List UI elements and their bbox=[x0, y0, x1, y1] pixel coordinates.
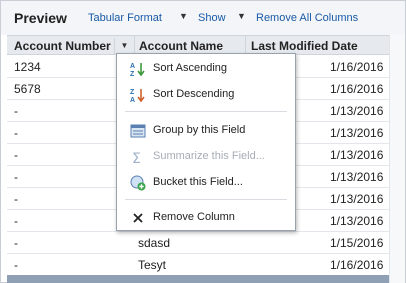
cell-account-number: 1234 bbox=[14, 60, 41, 74]
tabular-format-menu[interactable]: Tabular Format bbox=[88, 12, 162, 24]
menu-item-summarize: Σ Summarize this Field... bbox=[117, 146, 295, 168]
column-options-menu: A Z Sort Ascending Z A Sort Descending G… bbox=[116, 53, 296, 231]
menu-item-sort-ascending[interactable]: A Z Sort Ascending bbox=[117, 58, 295, 80]
menu-separator bbox=[125, 199, 287, 200]
menu-item-label: Sort Ascending bbox=[153, 62, 227, 74]
cell-account-number: 5678 bbox=[14, 82, 41, 96]
cell-last-modified: 1/15/2016 bbox=[330, 236, 384, 250]
cell-last-modified: 1/13/2016 bbox=[330, 214, 384, 228]
remove-all-columns-link[interactable]: Remove All Columns bbox=[256, 12, 358, 24]
report-preview-panel: Preview Tabular Format ▼ Show ▼ Remove A… bbox=[0, 0, 406, 283]
column-header-last-modified[interactable]: Last Modified Date bbox=[251, 39, 358, 53]
svg-text:Z: Z bbox=[130, 89, 135, 96]
cell-account-name: Tesyt bbox=[138, 258, 167, 272]
column-menu-trigger-icon[interactable]: ▼ bbox=[114, 38, 134, 54]
cell-last-modified: 1/13/2016 bbox=[330, 192, 384, 206]
cell-account-number: - bbox=[14, 104, 18, 118]
cell-last-modified: 1/13/2016 bbox=[330, 170, 384, 184]
menu-item-label: Sort Descending bbox=[153, 88, 235, 100]
table-row: - Tesyt 1/16/2016 bbox=[7, 254, 389, 276]
menu-item-bucket[interactable]: Bucket this Field... bbox=[117, 172, 295, 194]
menu-separator bbox=[125, 111, 287, 112]
cell-account-number: - bbox=[14, 126, 18, 140]
cell-last-modified: 1/16/2016 bbox=[330, 60, 384, 74]
column-header-account-number[interactable]: Account Number bbox=[14, 39, 111, 53]
menu-item-group-by[interactable]: Group by this Field bbox=[117, 120, 295, 142]
menu-item-label: Bucket this Field... bbox=[153, 176, 243, 188]
cell-last-modified: 1/13/2016 bbox=[330, 126, 384, 140]
menu-item-label: Summarize this Field... bbox=[153, 150, 265, 162]
show-caret-icon[interactable]: ▼ bbox=[237, 11, 246, 21]
show-menu[interactable]: Show bbox=[198, 12, 226, 24]
cell-last-modified: 1/13/2016 bbox=[330, 104, 384, 118]
table-row: - sdasd 1/15/2016 bbox=[7, 232, 389, 254]
group-icon bbox=[130, 123, 146, 139]
cell-account-name: sdasd bbox=[138, 236, 171, 250]
table-scroll-area[interactable] bbox=[389, 35, 405, 283]
menu-item-sort-descending[interactable]: Z A Sort Descending bbox=[117, 84, 295, 106]
sort-ascending-icon: A Z bbox=[130, 61, 146, 78]
bucket-icon bbox=[130, 175, 146, 191]
menu-item-remove-column[interactable]: Remove Column bbox=[117, 207, 295, 229]
cell-account-number: - bbox=[14, 148, 18, 162]
menu-item-label: Group by this Field bbox=[153, 124, 246, 136]
cell-account-number: - bbox=[14, 236, 18, 250]
column-header-account-name[interactable]: Account Name bbox=[139, 39, 223, 53]
cell-last-modified: 1/13/2016 bbox=[330, 148, 384, 162]
cell-account-number: - bbox=[14, 214, 18, 228]
summarize-icon: Σ bbox=[130, 149, 146, 167]
preview-title: Preview bbox=[14, 10, 67, 26]
preview-header: Preview Tabular Format ▼ Show ▼ Remove A… bbox=[1, 1, 405, 35]
svg-text:Σ: Σ bbox=[132, 151, 141, 165]
cell-account-number: - bbox=[14, 258, 18, 272]
cell-last-modified: 1/16/2016 bbox=[330, 258, 384, 272]
cell-last-modified: 1/16/2016 bbox=[330, 82, 384, 96]
table-header-row: Account Number ▼ Account Name Last Modif… bbox=[7, 35, 389, 55]
sort-descending-icon: Z A bbox=[130, 87, 146, 104]
svg-text:A: A bbox=[130, 63, 135, 70]
format-caret-icon[interactable]: ▼ bbox=[179, 11, 188, 21]
cell-account-number: - bbox=[14, 192, 18, 206]
cell-account-number: - bbox=[14, 170, 18, 184]
grand-totals-bar bbox=[7, 275, 389, 283]
svg-text:Z: Z bbox=[130, 71, 135, 77]
menu-item-label: Remove Column bbox=[153, 211, 235, 223]
svg-text:A: A bbox=[130, 97, 135, 103]
remove-icon bbox=[130, 210, 146, 226]
